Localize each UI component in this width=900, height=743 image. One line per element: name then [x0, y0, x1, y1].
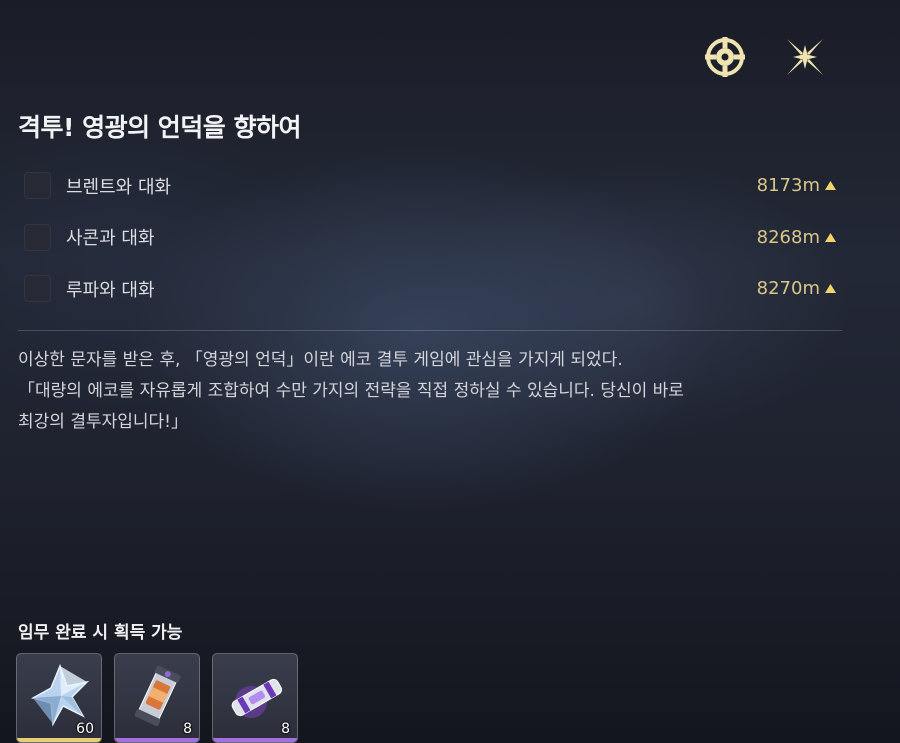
- rarity-bar: [17, 738, 101, 742]
- objective-row[interactable]: 사콘과 대화 8268m: [24, 212, 836, 264]
- objective-label: 루파와 대화: [66, 279, 155, 301]
- reward-item[interactable]: 8: [212, 653, 298, 743]
- objective-label: 사콘과 대화: [66, 228, 155, 250]
- rarity-bar: [213, 738, 297, 742]
- objective-checkbox: [24, 223, 51, 251]
- objective-row[interactable]: 브렌트와 대화 8173m: [24, 160, 836, 212]
- distance-value: 8268m: [756, 226, 820, 248]
- quest-title: 격투! 영광의 언덕을 향하여: [18, 113, 302, 142]
- rarity-bar: [115, 738, 199, 742]
- description-line: 이상한 문자를 받은 후, 「영광의 언덕」이란 에코 결투 게임에 관심을 가…: [18, 350, 623, 370]
- arrow-up-icon: [825, 232, 836, 242]
- track-target-icon: [705, 37, 745, 77]
- reward-quantity: 8: [183, 721, 192, 737]
- description-line: 「대량의 에코를 자유롭게 조합하여 수만 가지의 전략을 직접 정하실 수 있…: [18, 381, 684, 401]
- objective-distance: 8270m: [757, 278, 836, 299]
- objective-checkbox: [24, 172, 51, 200]
- capsule-tube-icon: [134, 665, 181, 727]
- objective-list: 브렌트와 대화 8173m 사콘과 대화 8268m 루파와 대화 8270m: [24, 160, 836, 315]
- distance-value: 8270m: [756, 278, 820, 300]
- crystal-star-icon: [31, 663, 90, 727]
- track-quest-button[interactable]: [700, 32, 750, 82]
- objective-distance: 8173m: [757, 175, 836, 196]
- objective-row[interactable]: 루파와 대화 8270m: [24, 263, 836, 315]
- arrow-up-icon: [825, 284, 836, 294]
- distance-value: 8173m: [756, 175, 820, 197]
- objective-checkbox: [24, 275, 51, 303]
- objective-distance: 8268m: [757, 227, 836, 248]
- reward-list: 60 8 8: [16, 653, 298, 743]
- rewards-heading: 임무 완료 시 획득 가능: [18, 623, 183, 643]
- arrow-up-icon: [825, 181, 836, 191]
- close-button[interactable]: [780, 32, 830, 82]
- section-divider: [18, 330, 842, 331]
- reward-item[interactable]: 8: [114, 653, 200, 743]
- reward-quantity: 8: [281, 721, 290, 737]
- quest-description: 이상한 문자를 받은 후, 「영광의 언덕」이란 에코 결투 게임에 관심을 가…: [18, 345, 848, 438]
- reward-quantity: 60: [76, 721, 94, 737]
- description-line: 최강의 결투자입니다!」: [18, 412, 188, 432]
- objective-label: 브렌트와 대화: [66, 176, 172, 198]
- purple-cylinder-icon: [231, 678, 283, 718]
- close-x-icon: [787, 39, 823, 75]
- reward-item[interactable]: 60: [16, 653, 102, 743]
- top-toolbar: [700, 32, 830, 82]
